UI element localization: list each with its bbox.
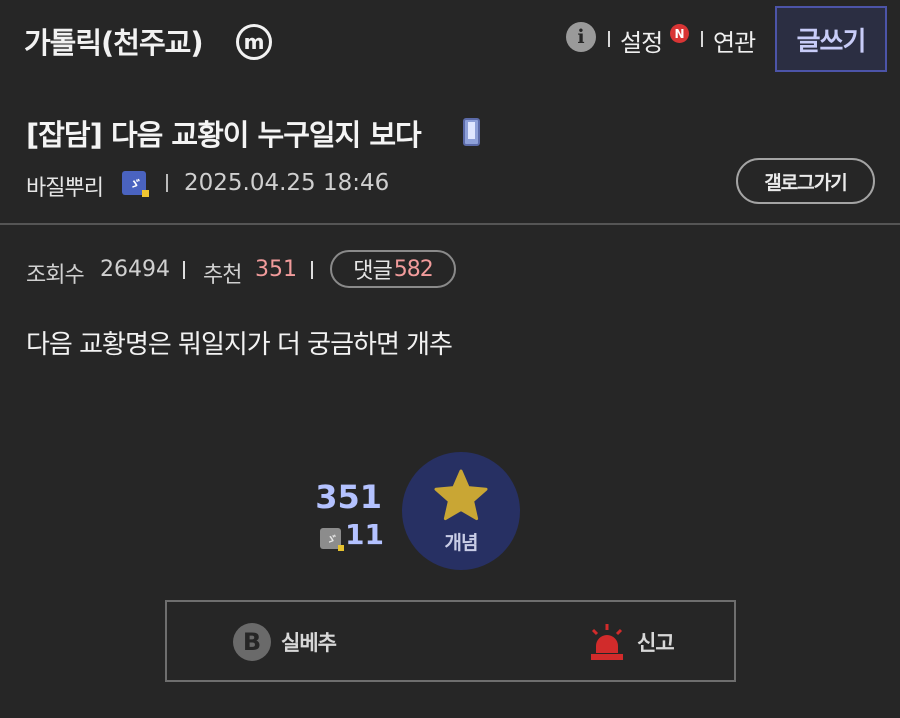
report-label: 신고 <box>637 631 675 655</box>
post-date: 2025.04.25 18:46 <box>184 170 390 196</box>
gallog-button[interactable]: 갤로그가기 <box>736 158 875 204</box>
info-icon[interactable]: i <box>566 22 596 52</box>
recommend-label: 추천 <box>203 263 242 288</box>
fixed-recommend-count: 11 <box>345 518 384 551</box>
settings-link[interactable]: 설정 <box>620 23 663 58</box>
siren-icon <box>591 624 623 660</box>
fixed-nick-icon: ゞ <box>320 528 344 551</box>
comments-label: 댓글 <box>353 259 392 284</box>
action-box: B 실베추 신고 <box>165 600 736 682</box>
recommend-button[interactable]: 개념 <box>402 452 520 570</box>
downvote-button[interactable]: B 실베추 <box>233 622 337 662</box>
comments-button[interactable]: 댓글 582 <box>330 250 456 288</box>
recommend-count: 351 <box>255 257 297 282</box>
b-icon: B <box>233 623 271 661</box>
views-label: 조회수 <box>26 263 85 288</box>
divider <box>311 261 313 279</box>
recommend-total: 351 <box>315 478 382 516</box>
comments-count: 582 <box>393 256 434 282</box>
divider <box>701 31 703 47</box>
divider <box>608 31 610 47</box>
post-title: [잡담] 다음 교황이 누구일지 보다 <box>26 118 422 152</box>
report-button[interactable]: 신고 <box>587 620 675 664</box>
author-name[interactable]: 바질뿌리 <box>26 170 104 202</box>
fixed-nick-icon: ゞ <box>122 171 149 197</box>
minor-gallery-icon: m <box>236 24 272 60</box>
divider <box>183 261 185 279</box>
views-count: 26494 <box>100 257 170 282</box>
related-link[interactable]: 연관 <box>713 23 756 58</box>
downvote-label: 실베추 <box>281 631 337 655</box>
mobile-icon <box>463 118 480 146</box>
star-icon <box>434 469 488 520</box>
recommend-button-label: 개념 <box>444 531 479 554</box>
gallery-title[interactable]: 가톨릭(천주교) <box>24 20 204 62</box>
new-badge: N <box>670 24 689 43</box>
divider <box>166 174 168 192</box>
top-bar: 가톨릭(천주교) m i 설정 N 연관 글쓰기 <box>0 0 900 80</box>
header-divider <box>0 223 900 225</box>
post-body: 다음 교황명은 뭐일지가 더 궁금하면 개추 <box>26 330 453 360</box>
write-button[interactable]: 글쓰기 <box>775 6 887 72</box>
